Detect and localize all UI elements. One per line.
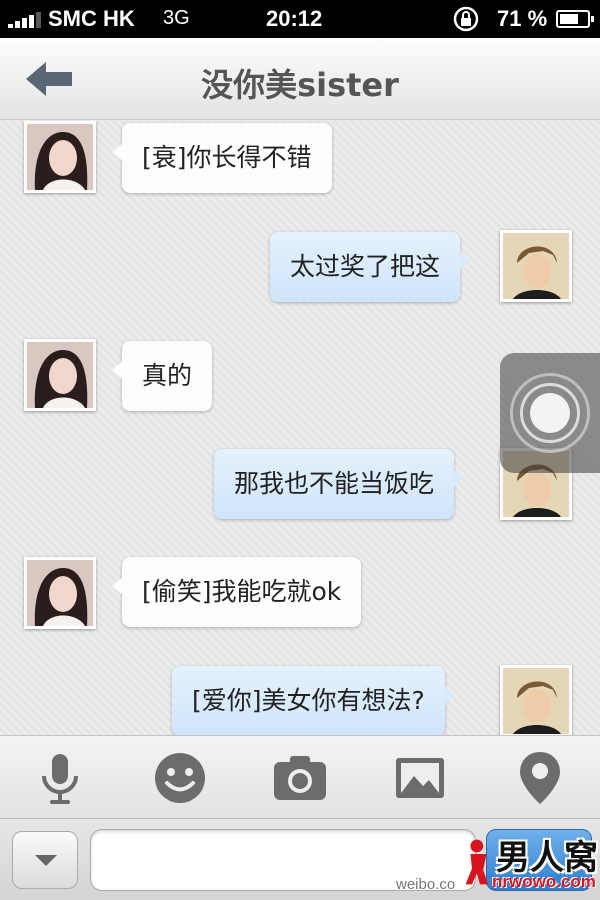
attachment-toolbar — [0, 735, 600, 818]
emoji-icon — [155, 753, 205, 803]
photo-gallery-button[interactable] — [390, 748, 450, 808]
contact-avatar[interactable] — [24, 557, 96, 629]
logo-url: nrwowo.com — [492, 872, 596, 891]
network-type: 3G — [163, 7, 190, 29]
contact-avatar[interactable] — [24, 339, 96, 411]
site-logo-watermark: 男人窝 nrwowo.com — [462, 828, 598, 898]
my-avatar[interactable] — [500, 230, 572, 302]
chat-message-list[interactable]: [衰]你长得不错 太过奖了把这 真的 那我也不能当饭吃 [偷笑]我能吃就ok [… — [0, 121, 600, 735]
camera-button[interactable] — [270, 748, 330, 808]
conversation-title: 没你美sister — [201, 66, 399, 104]
microphone-icon — [42, 754, 78, 804]
assistive-touch-button[interactable] — [500, 353, 600, 473]
location-pin-icon — [520, 752, 560, 804]
outgoing-message-bubble: 太过奖了把这 — [270, 232, 471, 302]
incoming-message-bubble: [衰]你长得不错 — [112, 123, 332, 193]
camera-icon — [274, 756, 326, 800]
expand-options-button[interactable] — [12, 831, 78, 889]
my-avatar[interactable] — [500, 665, 572, 735]
location-button[interactable] — [510, 748, 570, 808]
contact-avatar[interactable] — [24, 121, 96, 193]
status-bar: SMC HK 3G 20:12 71 % — [0, 0, 600, 38]
incoming-message-bubble: 真的 — [111, 341, 213, 411]
carrier-name: SMC HK — [48, 6, 135, 31]
outgoing-message-bubble: [爱你]美女你有想法? — [172, 666, 455, 735]
incoming-message-bubble: [偷笑]我能吃就ok — [111, 557, 362, 627]
photo-gallery-icon — [396, 758, 444, 798]
weibo-watermark: weibo.co — [396, 876, 456, 893]
navigation-bar: 没你美sister — [0, 38, 600, 120]
clock-time: 20:12 — [266, 6, 323, 31]
emoji-button[interactable] — [150, 748, 210, 808]
outgoing-message-bubble: 那我也不能当饭吃 — [214, 449, 465, 519]
signal-strength-icon — [8, 12, 42, 28]
microphone-button[interactable] — [30, 748, 90, 808]
rotation-lock-icon — [453, 6, 479, 32]
battery-percent: 71 % — [497, 6, 548, 31]
battery-icon — [556, 10, 594, 28]
